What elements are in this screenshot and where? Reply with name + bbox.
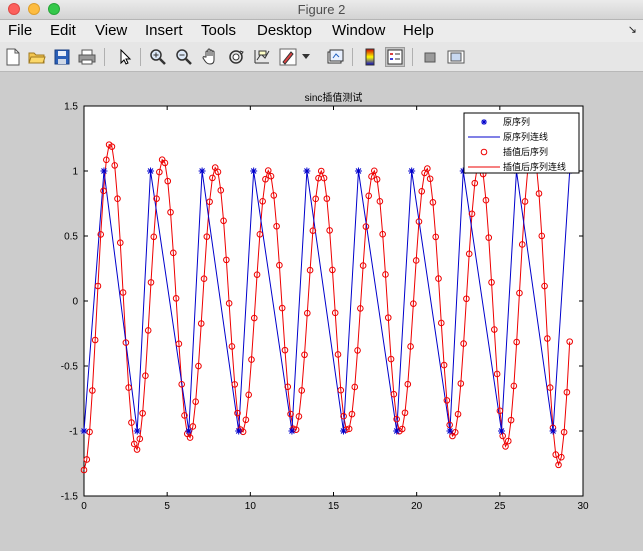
pan-hand-icon[interactable] — [200, 47, 220, 67]
new-figure-icon[interactable] — [3, 47, 23, 67]
original-point — [133, 427, 141, 435]
x-tick-label: 0 — [81, 501, 87, 512]
x-tick-label: 25 — [494, 501, 506, 512]
original-point — [80, 427, 88, 435]
x-tick-label: 30 — [577, 501, 589, 512]
menu-file[interactable]: File — [8, 22, 32, 39]
zoom-out-icon[interactable] — [174, 47, 194, 67]
menu-dock-arrow[interactable]: ↘ — [628, 23, 637, 36]
toolbar-separator — [104, 48, 105, 66]
save-icon[interactable] — [52, 47, 72, 67]
original-point — [354, 167, 362, 175]
original-point — [446, 427, 454, 435]
figure-toolbar — [0, 42, 643, 72]
x-tick-label: 10 — [245, 501, 257, 512]
legend-label: 插值后序列连线 — [503, 161, 566, 172]
y-tick-label: 0 — [72, 297, 78, 308]
chart-title: sinc插值测试 — [305, 91, 363, 104]
menu-tools[interactable]: Tools — [201, 22, 236, 39]
y-tick-label: 1 — [72, 167, 78, 178]
legend-label: 插值后序列 — [503, 146, 548, 157]
zoom-in-icon[interactable] — [148, 47, 168, 67]
hide-plot-tools-icon[interactable] — [420, 47, 440, 67]
data-cursor-icon[interactable] — [252, 47, 272, 67]
menu-view[interactable]: View — [95, 22, 127, 39]
legend-label: 原序列 — [503, 116, 530, 127]
menu-insert[interactable]: Insert — [145, 22, 183, 39]
y-tick-label: -1 — [69, 427, 78, 438]
legend-label: 原序列连线 — [503, 131, 548, 142]
window-title: Figure 2 — [297, 2, 346, 17]
toolbar-separator — [412, 48, 413, 66]
window-titlebar: Figure 2 — [0, 0, 643, 20]
figure-canvas: sinc插值测试 0 5 10 15 20 25 30 -1.5 -1 -0.5 0 0.5 1 1.5… — [61, 91, 589, 512]
rotate-3d-icon[interactable] — [226, 47, 246, 67]
menu-window[interactable]: Window — [332, 22, 385, 39]
original-point — [250, 167, 258, 175]
original-point — [303, 167, 311, 175]
menu-bar: File Edit View Insert Tools Desktop Wind… — [0, 20, 643, 42]
original-point — [147, 167, 155, 175]
toolbar-separator — [352, 48, 353, 66]
y-tick-label: 0.5 — [64, 232, 78, 243]
x-tick-label: 15 — [328, 501, 340, 512]
original-point — [288, 427, 296, 435]
original-point — [185, 427, 193, 435]
colorbar-icon[interactable] — [360, 47, 380, 67]
original-point — [100, 167, 108, 175]
legend: 原序列原序列连线插值后序列插值后序列连线 — [463, 112, 580, 174]
original-point — [549, 427, 557, 435]
y-tick-label: -0.5 — [61, 362, 79, 373]
legend-marker-star — [481, 119, 487, 125]
link-plot-icon[interactable] — [325, 47, 345, 67]
legend-icon[interactable] — [385, 47, 405, 67]
pointer-icon[interactable] — [115, 47, 135, 67]
brush-icon[interactable] — [278, 47, 298, 67]
original-point — [339, 427, 347, 435]
y-tick-label: 1.5 — [64, 102, 78, 113]
y-tick-label: -1.5 — [61, 492, 79, 503]
menu-desktop[interactable]: Desktop — [257, 22, 312, 39]
original-point — [198, 167, 206, 175]
original-point — [408, 167, 416, 175]
open-file-icon[interactable] — [27, 47, 47, 67]
brush-dropdown-icon[interactable] — [300, 47, 312, 67]
x-tick-label: 5 — [164, 501, 170, 512]
print-icon[interactable] — [77, 47, 97, 67]
menu-help[interactable]: Help — [403, 22, 434, 39]
menu-edit[interactable]: Edit — [50, 22, 76, 39]
show-plot-tools-icon[interactable] — [446, 47, 466, 67]
x-tick-label: 20 — [411, 501, 423, 512]
toolbar-separator — [140, 48, 141, 66]
original-point — [235, 427, 243, 435]
original-point — [393, 427, 401, 435]
original-point — [497, 427, 505, 435]
